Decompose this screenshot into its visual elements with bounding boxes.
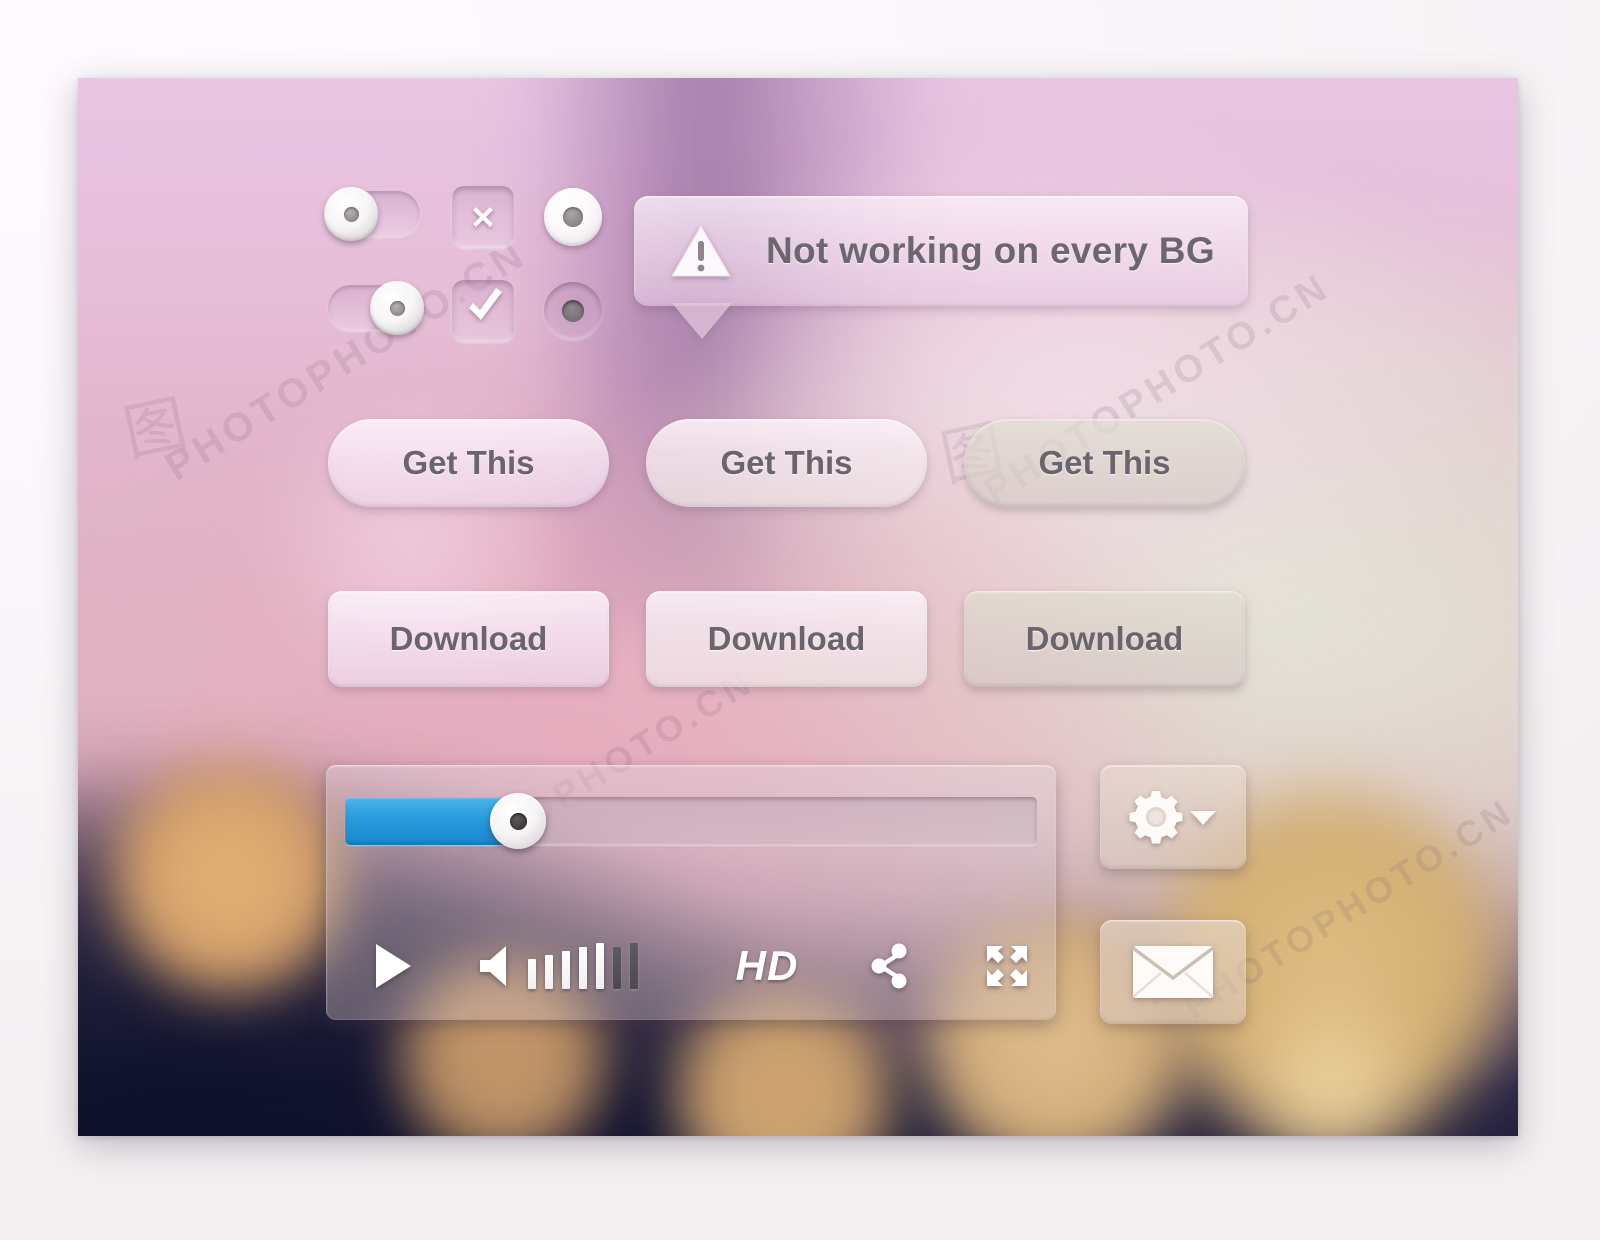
fullscreen-icon (987, 946, 1027, 986)
volume-bar[interactable] (579, 947, 587, 989)
tooltip-arrow (672, 303, 732, 339)
radio-button-raised[interactable] (544, 188, 602, 246)
progress-handle[interactable] (490, 793, 546, 849)
chevron-down-icon[interactable] (1188, 807, 1218, 827)
checkmark-icon (469, 288, 502, 320)
mail-button[interactable] (1100, 920, 1246, 1024)
volume-bar[interactable] (596, 943, 604, 989)
volume-bar[interactable] (613, 947, 621, 989)
warning-triangle-icon (671, 225, 731, 277)
download-button-cream[interactable]: Download (646, 591, 927, 687)
toggle-knob[interactable] (324, 187, 378, 241)
envelope-icon (1131, 946, 1215, 998)
volume-control[interactable] (476, 936, 647, 996)
volume-bars[interactable] (528, 943, 647, 989)
bokeh-circle (106, 755, 352, 999)
media-player: HD (326, 765, 1056, 1020)
checkbox-checked[interactable] (452, 280, 514, 342)
share-button[interactable] (861, 936, 921, 996)
radio-button-inset[interactable] (544, 282, 602, 340)
hd-quality-button[interactable]: HD (721, 936, 813, 996)
speaker-icon (480, 946, 506, 986)
volume-bar[interactable] (528, 959, 536, 989)
download-button-light[interactable]: Download (328, 591, 609, 687)
toggle-switch-on[interactable] (328, 281, 424, 335)
volume-bar[interactable] (562, 951, 570, 989)
tooltip-bubble: Not working on every BG (634, 196, 1248, 306)
screenshot-root: PHOTOPHOTO.CN 图 PHOTOPHOTO.CN 图 PHOTOPHO… (0, 0, 1600, 1240)
fullscreen-button[interactable] (976, 936, 1038, 996)
gear-icon (1129, 791, 1183, 844)
volume-bar[interactable] (630, 943, 638, 989)
get-this-button-muted[interactable]: Get This (964, 419, 1245, 507)
toggle-knob[interactable] (370, 281, 424, 335)
settings-button[interactable] (1100, 765, 1246, 869)
player-controls: HD (326, 936, 1056, 996)
toggle-switch-off[interactable] (324, 187, 420, 241)
close-x-icon (473, 207, 493, 227)
volume-bar[interactable] (545, 955, 553, 989)
progress-track[interactable] (345, 793, 1037, 849)
tooltip-message: Not working on every BG (766, 230, 1215, 271)
get-this-button-cream[interactable]: Get This (646, 419, 927, 507)
share-icon (871, 943, 907, 989)
play-icon (376, 944, 411, 988)
download-button-muted[interactable]: Download (964, 591, 1245, 687)
play-button[interactable] (364, 936, 422, 996)
checkbox-x[interactable] (452, 186, 514, 248)
hd-label: HD (735, 942, 799, 989)
get-this-button-light[interactable]: Get This (328, 419, 609, 507)
